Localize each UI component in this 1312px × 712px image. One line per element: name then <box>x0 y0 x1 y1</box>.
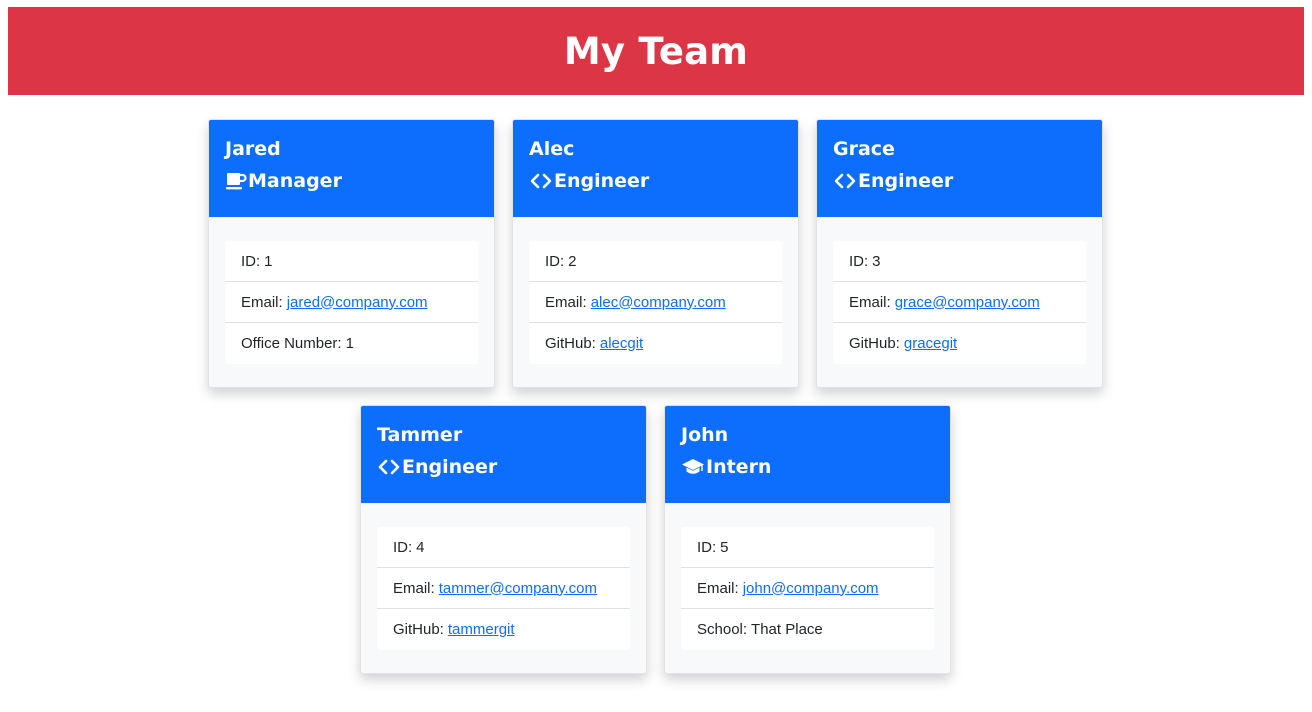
card-header: Alec Engineer <box>513 120 798 217</box>
email-label: Email: <box>393 579 435 597</box>
employee-card-tammer: Tammer Engineer ID: 4 Email: tammer@comp… <box>360 405 647 674</box>
school-value: That Place <box>751 621 823 638</box>
employee-card-grace: Grace Engineer ID: 3 Email: grace@compan… <box>816 119 1103 388</box>
office-number-label: Office Number: <box>241 335 342 352</box>
card-body: ID: 1 Email: jared@company.com Office Nu… <box>209 217 494 387</box>
card-body: ID: 3 Email: grace@company.com GitHub: g… <box>817 217 1102 387</box>
card-body: ID: 4 Email: tammer@company.com GitHub: … <box>361 503 646 673</box>
id-label: ID: <box>849 252 869 270</box>
id-value: 1 <box>264 252 273 270</box>
github-link[interactable]: alecgit <box>600 335 643 352</box>
employee-name: Alec <box>529 138 575 160</box>
graduation-cap-icon <box>681 457 705 477</box>
card-header: John Intern <box>665 406 950 503</box>
employee-role-label: Engineer <box>858 170 954 192</box>
school-row: School: That Place <box>681 609 934 650</box>
id-label: ID: <box>697 538 717 556</box>
id-row: ID: 3 <box>833 241 1086 282</box>
github-row: GitHub: alecgit <box>529 323 782 364</box>
info-list: ID: 4 Email: tammer@company.com GitHub: … <box>377 527 630 650</box>
id-row: ID: 1 <box>225 241 478 282</box>
code-brackets-icon <box>833 171 857 191</box>
card-body: ID: 2 Email: alec@company.com GitHub: al… <box>513 217 798 387</box>
employee-role-label: Intern <box>706 456 772 478</box>
id-row: ID: 5 <box>681 527 934 568</box>
card-body: ID: 5 Email: john@company.com School: Th… <box>665 503 950 673</box>
email-link[interactable]: john@company.com <box>743 580 879 597</box>
github-label: GitHub: <box>545 335 596 352</box>
id-label: ID: <box>241 252 261 270</box>
id-value: 3 <box>872 252 881 270</box>
id-row: ID: 2 <box>529 241 782 282</box>
github-link[interactable]: gracegit <box>904 335 957 352</box>
card-header: Tammer Engineer <box>361 406 646 503</box>
employee-card-jared: Jared Manager ID: 1 Email: jared@company… <box>208 119 495 388</box>
employee-name: Grace <box>833 138 895 160</box>
page-title: My Team <box>563 29 749 73</box>
id-row: ID: 4 <box>377 527 630 568</box>
email-row: Email: alec@company.com <box>529 282 782 323</box>
employee-role: Engineer <box>377 454 630 480</box>
info-list: ID: 1 Email: jared@company.com Office Nu… <box>225 241 478 364</box>
info-list: ID: 2 Email: alec@company.com GitHub: al… <box>529 241 782 364</box>
id-value: 4 <box>416 538 425 556</box>
id-value: 5 <box>720 538 729 556</box>
email-row: Email: tammer@company.com <box>377 568 630 609</box>
employee-role: Manager <box>225 168 478 194</box>
email-link[interactable]: grace@company.com <box>895 294 1040 311</box>
employee-role-label: Engineer <box>402 456 498 478</box>
email-link[interactable]: jared@company.com <box>287 294 428 311</box>
email-row: Email: jared@company.com <box>225 282 478 323</box>
employee-name: Tammer <box>377 424 463 446</box>
github-label: GitHub: <box>393 621 444 638</box>
email-link[interactable]: alec@company.com <box>591 294 726 311</box>
employee-name: Jared <box>225 138 281 160</box>
employee-role: Intern <box>681 454 934 480</box>
email-link[interactable]: tammer@company.com <box>439 580 597 597</box>
email-label: Email: <box>241 293 283 311</box>
office-number-row: Office Number: 1 <box>225 323 478 364</box>
code-brackets-icon <box>529 171 553 191</box>
coffee-mug-icon <box>225 171 247 191</box>
github-row: GitHub: gracegit <box>833 323 1086 364</box>
github-row: GitHub: tammergit <box>377 609 630 650</box>
page-banner: My Team <box>8 7 1304 95</box>
email-label: Email: <box>545 293 587 311</box>
office-number-value: 1 <box>345 335 354 352</box>
github-label: GitHub: <box>849 335 900 352</box>
employee-card-john: John Intern ID: 5 Email: john@company.co… <box>664 405 951 674</box>
employee-name: John <box>681 424 729 446</box>
employee-role-label: Manager <box>248 170 342 192</box>
card-header: Grace Engineer <box>817 120 1102 217</box>
employee-card-alec: Alec Engineer ID: 2 Email: alec@company.… <box>512 119 799 388</box>
employee-role-label: Engineer <box>554 170 650 192</box>
school-label: School: <box>697 621 748 638</box>
info-list: ID: 5 Email: john@company.com School: Th… <box>681 527 934 650</box>
id-value: 2 <box>568 252 577 270</box>
info-list: ID: 3 Email: grace@company.com GitHub: g… <box>833 241 1086 364</box>
employee-role: Engineer <box>529 168 782 194</box>
id-label: ID: <box>393 538 413 556</box>
employee-role: Engineer <box>833 168 1086 194</box>
card-header: Jared Manager <box>209 120 494 217</box>
email-label: Email: <box>849 293 891 311</box>
code-brackets-icon <box>377 457 401 477</box>
github-link[interactable]: tammergit <box>448 621 515 638</box>
id-label: ID: <box>545 252 565 270</box>
email-label: Email: <box>697 579 739 597</box>
email-row: Email: grace@company.com <box>833 282 1086 323</box>
email-row: Email: john@company.com <box>681 568 934 609</box>
